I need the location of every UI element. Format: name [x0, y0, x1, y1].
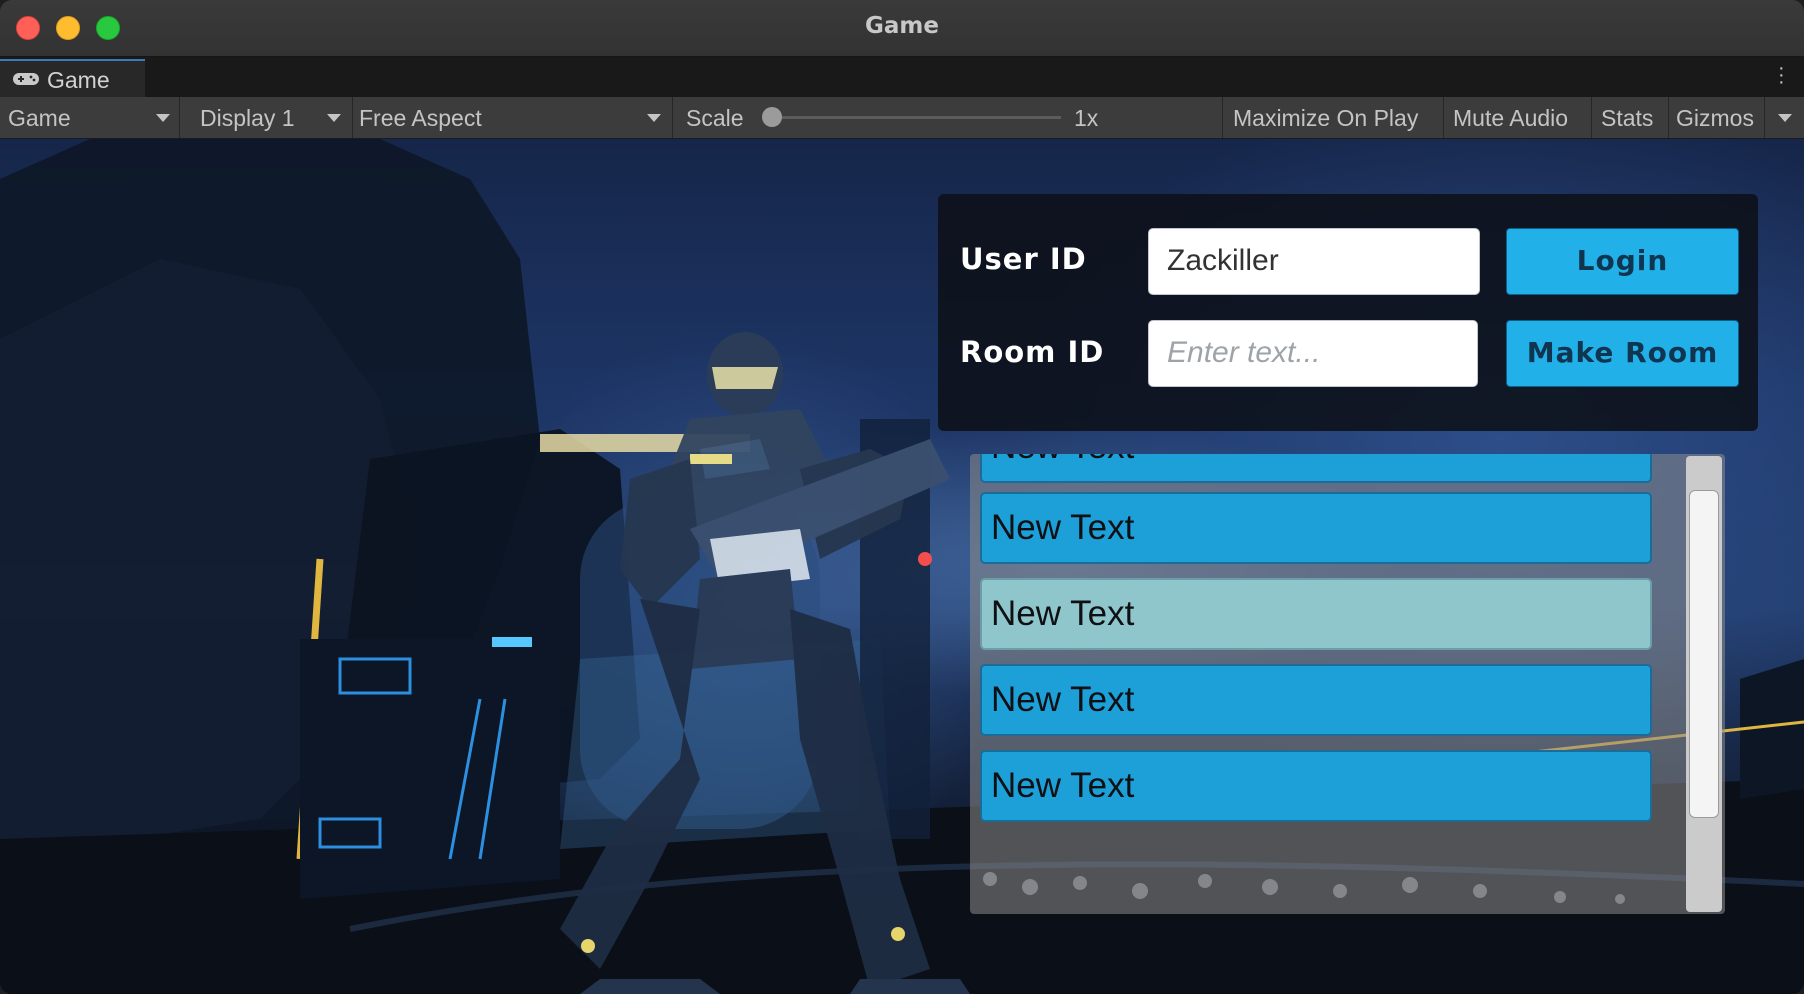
mute-audio-label: Mute Audio	[1453, 105, 1569, 131]
game-window: Game Game · · · Game Display 1 Free Aspect	[0, 0, 1804, 994]
display-select[interactable]: Display 1	[180, 97, 353, 138]
chevron-down-icon	[1778, 114, 1792, 122]
login-button[interactable]: Login	[1506, 228, 1739, 295]
user-id-label: User ID	[960, 242, 1087, 276]
room-id-label: Room ID	[960, 335, 1105, 369]
aspect-select[interactable]: Free Aspect	[353, 97, 673, 138]
aspect-select-value: Free Aspect	[359, 105, 482, 131]
chevron-down-icon	[327, 114, 341, 122]
tab-strip: Game · · ·	[0, 57, 1804, 97]
tab-game[interactable]: Game	[0, 59, 145, 97]
game-toolbar: Game Display 1 Free Aspect Scale 1x Maxi…	[0, 97, 1804, 139]
chevron-down-icon	[647, 114, 661, 122]
display-select-value: Display 1	[200, 105, 295, 131]
scale-slider-handle[interactable]	[762, 107, 782, 127]
scale-value: 1x	[1074, 105, 1099, 131]
chevron-down-icon	[156, 114, 170, 122]
maximize-on-play-toggle[interactable]: Maximize On Play	[1223, 97, 1444, 138]
window-title: Game	[865, 13, 939, 39]
room-list-scroll-thumb[interactable]	[1689, 490, 1719, 818]
room-list-item[interactable]: New Text	[980, 750, 1652, 822]
gizmos-label: Gizmos	[1676, 105, 1754, 131]
tab-game-label: Game	[47, 67, 110, 93]
mute-audio-toggle[interactable]: Mute Audio	[1444, 97, 1592, 138]
room-list-item[interactable]: New Text	[980, 454, 1652, 483]
room-id-input[interactable]: Enter text...	[1148, 320, 1478, 387]
view-select-value: Game	[8, 105, 71, 131]
title-bar: Game	[0, 0, 1804, 57]
room-list-item-selected[interactable]: New Text	[980, 578, 1652, 650]
more-options-icon[interactable]: · · ·	[1778, 58, 1785, 92]
gizmos-toggle[interactable]: Gizmos	[1669, 97, 1765, 138]
room-list[interactable]: New Text New Text New Text New Text New …	[970, 454, 1725, 914]
room-list-item[interactable]: New Text	[980, 664, 1652, 736]
stats-label: Stats	[1601, 105, 1654, 131]
gamepad-icon	[13, 73, 39, 85]
stats-toggle[interactable]: Stats	[1592, 97, 1669, 138]
maximize-on-play-label: Maximize On Play	[1233, 105, 1419, 131]
view-select[interactable]: Game	[0, 97, 180, 138]
gizmos-dropdown[interactable]	[1765, 97, 1804, 138]
make-room-button[interactable]: Make Room	[1506, 320, 1739, 387]
scale-label: Scale	[686, 105, 744, 131]
scale-slider-track[interactable]	[773, 116, 1061, 119]
login-panel: User ID Zackiller Login Room ID Enter te…	[938, 194, 1758, 431]
room-list-scrollbar[interactable]	[1686, 456, 1722, 912]
user-id-input[interactable]: Zackiller	[1148, 228, 1480, 295]
room-list-item[interactable]: New Text	[980, 492, 1652, 564]
game-view[interactable]: User ID Zackiller Login Room ID Enter te…	[0, 139, 1804, 994]
